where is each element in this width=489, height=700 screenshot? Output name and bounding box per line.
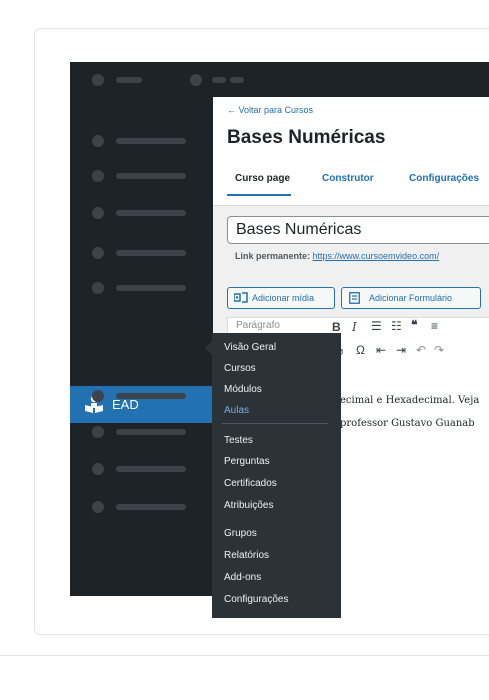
add-form-button[interactable]: Adicionar Formulário [341, 287, 481, 309]
admin-bar-item-placeholder[interactable] [230, 77, 244, 83]
submenu-item-add-ons[interactable]: Add-ons [224, 572, 261, 583]
indent-icon[interactable]: ⇥ [396, 343, 406, 357]
sidebar-item-ead[interactable]: EAD [70, 386, 213, 423]
active-tab-indicator [227, 194, 291, 196]
flyout-pointer [205, 341, 212, 355]
italic-icon[interactable]: I [352, 320, 357, 334]
permalink-label: Link permanente: [235, 251, 311, 261]
content-line: ecimal e Hexadecimal. Veja [340, 395, 480, 406]
submenu-item-visao-geral[interactable]: Visão Geral [224, 342, 276, 353]
permalink-url[interactable]: https://www.cursoemvideo.com/ [313, 251, 440, 261]
paragraph-select[interactable]: Parágrafo [236, 320, 280, 331]
redo-icon[interactable]: ↷ [434, 343, 444, 357]
admin-bar-logo-placeholder[interactable] [92, 74, 104, 86]
add-form-label: Adicionar Formulário [369, 293, 453, 303]
admin-top-bar [70, 62, 489, 99]
special-char-icon[interactable]: Ω [356, 343, 365, 357]
tab-configuracoes[interactable]: Configurações [409, 173, 479, 184]
submenu-item-certificados[interactable]: Certificados [224, 478, 277, 489]
submenu-item-configuracoes[interactable]: Configurações [224, 594, 288, 605]
submenu-item-modulos[interactable]: Módulos [224, 384, 262, 395]
back-to-courses-link[interactable]: ← Voltar para Cursos [227, 105, 313, 115]
admin-bar-icon-placeholder[interactable] [190, 74, 202, 86]
permalink: Link permanente: https://www.cursoemvide… [235, 251, 439, 261]
tab-curso-page[interactable]: Curso page [235, 173, 290, 184]
sidebar-item-label: EAD [112, 397, 139, 412]
media-icon [234, 292, 248, 303]
submenu-divider [222, 423, 328, 424]
tab-construtor[interactable]: Construtor [322, 173, 374, 184]
align-left-icon[interactable]: ≡ [431, 319, 438, 333]
bold-icon[interactable]: B [332, 320, 341, 334]
submenu-item-aulas[interactable]: Aulas [224, 405, 249, 416]
submenu-item-atribuicoes[interactable]: Atribuições [224, 500, 273, 511]
form-icon [349, 292, 360, 304]
title-input-value: Bases Numéricas [236, 221, 362, 238]
add-media-button[interactable]: Adicionar mídia [227, 287, 335, 309]
outdent-icon[interactable]: ⇤ [376, 343, 386, 357]
undo-icon[interactable]: ↶ [416, 343, 426, 357]
numbered-list-icon[interactable]: ☷ [391, 319, 402, 333]
blockquote-icon[interactable]: ❝ [411, 318, 417, 332]
admin-bar-item-placeholder[interactable] [212, 77, 226, 83]
bullet-list-icon[interactable]: ☰ [371, 319, 382, 333]
submenu-item-relatorios[interactable]: Relatórios [224, 550, 269, 561]
divider [0, 655, 489, 656]
submenu-item-cursos[interactable]: Cursos [224, 363, 256, 374]
ead-submenu-flyout: Visão Geral Cursos Módulos Aulas Testes … [212, 333, 341, 618]
submenu-item-perguntas[interactable]: Perguntas [224, 456, 270, 467]
course-title-input[interactable]: Bases Numéricas [227, 216, 489, 244]
admin-bar-item-placeholder[interactable] [116, 77, 142, 83]
editor-header: ← Voltar para Cursos Bases Numéricas Cur… [213, 97, 489, 206]
submenu-item-grupos[interactable]: Grupos [224, 528, 257, 539]
content-line: professor Gustavo Guanab [340, 418, 475, 429]
page-title: Bases Numéricas [227, 127, 386, 148]
submenu-item-testes[interactable]: Testes [224, 435, 253, 446]
add-media-label: Adicionar mídia [252, 293, 315, 303]
